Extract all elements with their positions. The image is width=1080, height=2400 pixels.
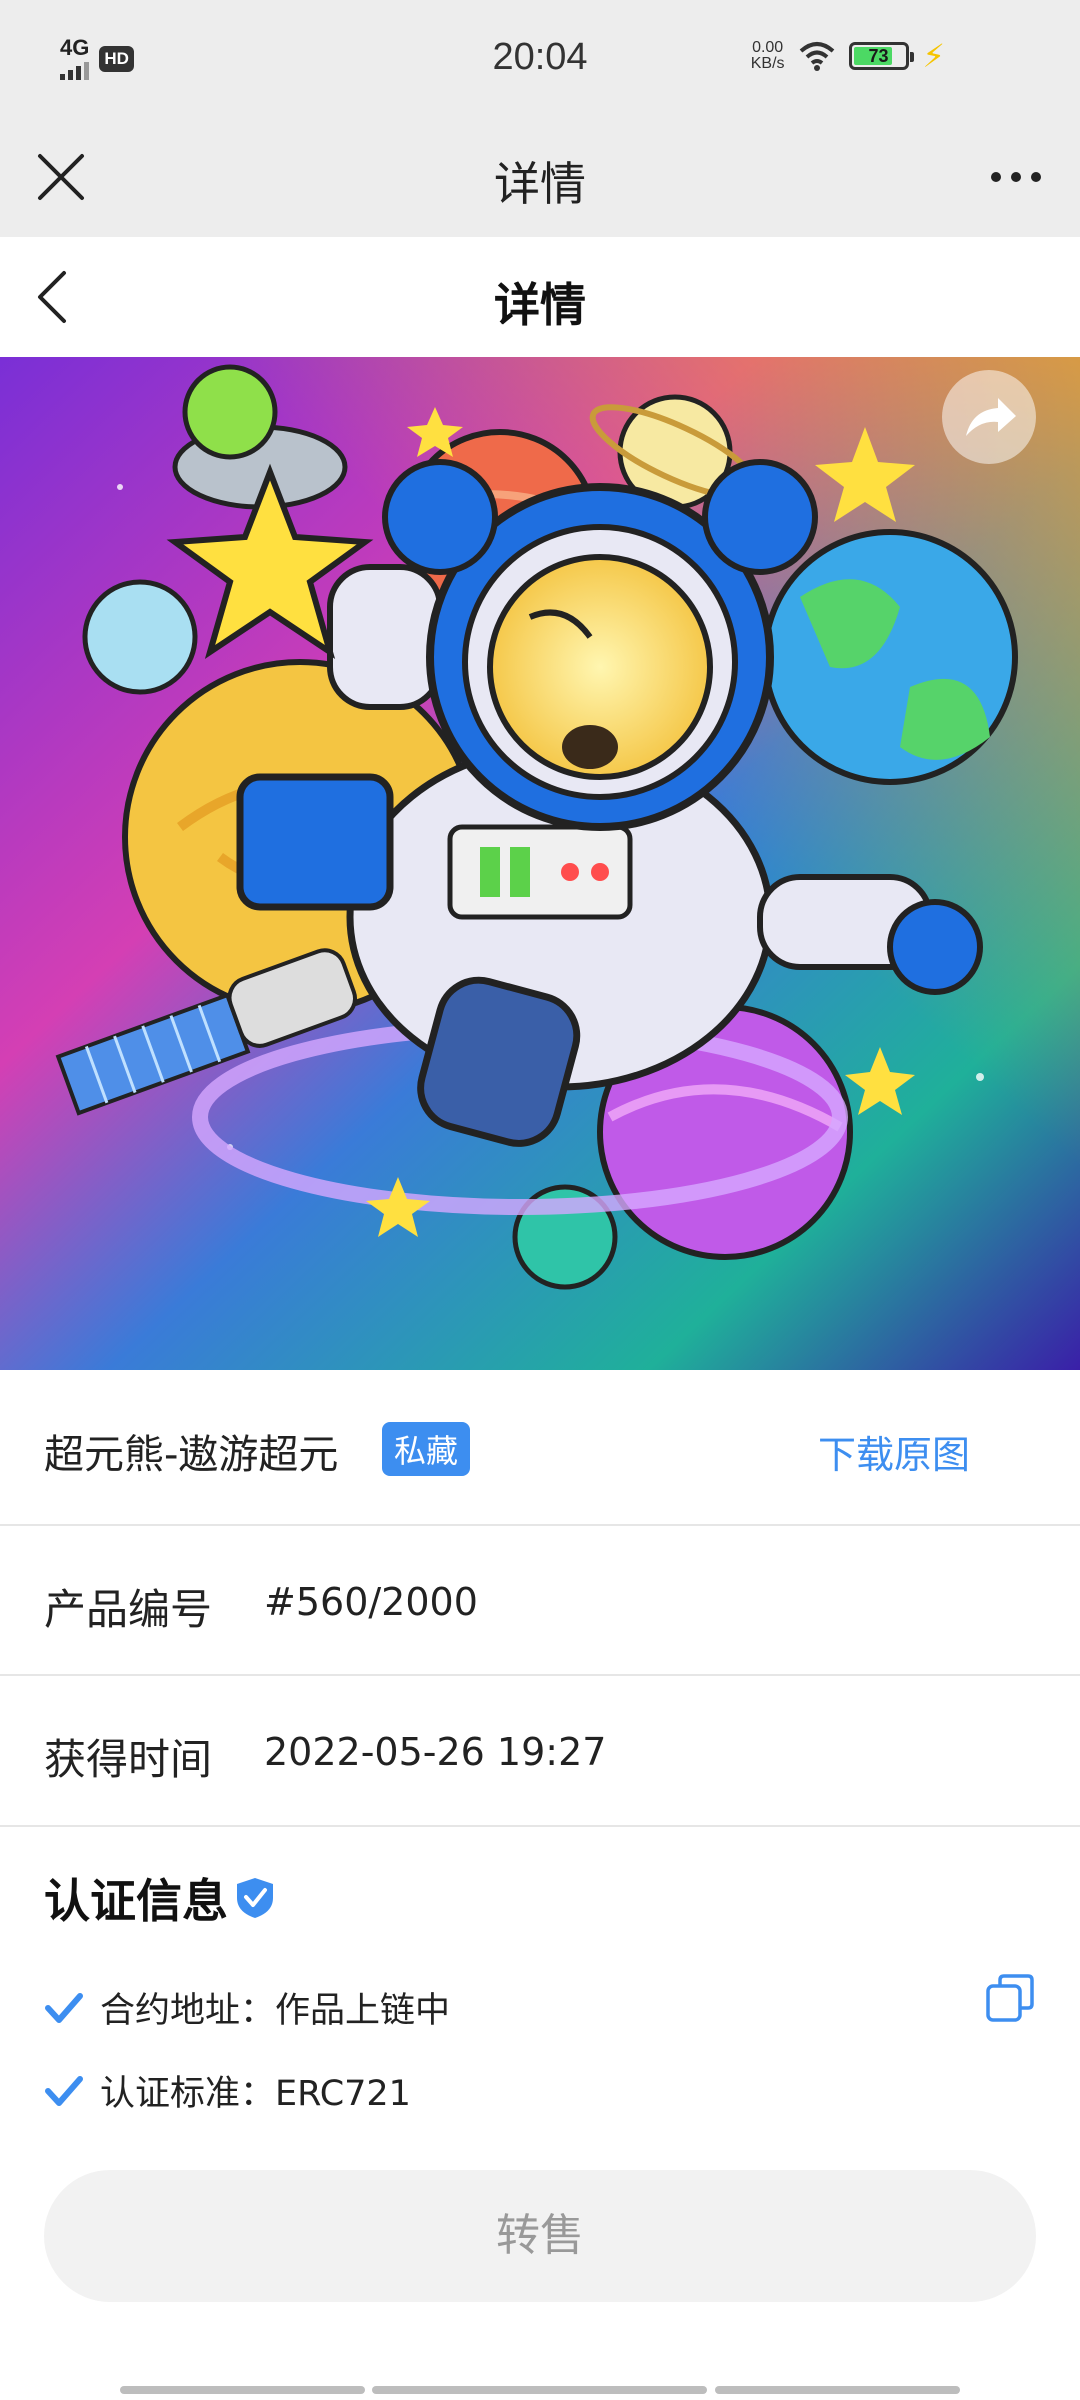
wechat-title: 详情 <box>494 157 586 211</box>
contract-address-item: 合约地址：作品上链中 <box>44 1982 450 2033</box>
check-icon <box>45 2075 83 2106</box>
artwork-image <box>0 357 1080 1370</box>
wechat-title-bar: 详情 <box>0 120 1080 237</box>
battery-icon: 73 <box>848 42 914 70</box>
gesture-bar-right <box>715 2386 960 2394</box>
acquired-time-value: 2022-05-26 19:27 <box>264 1730 607 1774</box>
network-speed-value: 0.00 <box>752 39 784 56</box>
item-name: 超元熊-遨游超元 <box>44 1432 339 1478</box>
page-header: 详情 <box>0 237 1080 357</box>
charging-icon: ⚡ <box>922 37 945 75</box>
contract-address-text: 合约地址：作品上链中 <box>100 1991 451 2031</box>
status-bar: 4G HD 20:04 0.00 KB/s 73 ⚡ <box>0 0 1080 120</box>
item-name-row: 超元熊-遨游超元 私藏 下载原图 <box>0 1370 1080 1526</box>
shield-check-icon <box>237 1878 273 1918</box>
network-speed: 0.00 KB/s <box>751 40 785 72</box>
acquired-time-label: 获得时间 <box>44 1735 213 1784</box>
artwork-illustration <box>0 357 1080 1370</box>
divider <box>0 1825 1080 1827</box>
network-speed-unit: KB/s <box>750 55 785 72</box>
private-badge: 私藏 <box>382 1422 471 1476</box>
share-icon[interactable] <box>942 370 1036 464</box>
serial-label: 产品编号 <box>44 1585 213 1634</box>
gesture-bar-center[interactable] <box>372 2386 707 2394</box>
acquired-time-row: 获得时间 2022-05-26 19:27 <box>0 1676 1080 1827</box>
cert-title: 认证信息 <box>44 1874 228 1928</box>
resell-button[interactable]: 转售 <box>44 2170 1036 2302</box>
download-original-link[interactable]: 下载原图 <box>818 1424 970 1479</box>
battery-level: 73 <box>868 46 889 66</box>
cert-standard-item: 认证标准：ERC721 <box>44 2065 411 2116</box>
check-icon <box>45 1992 83 2023</box>
copy-icon[interactable] <box>984 1972 1036 2024</box>
more-icon[interactable] <box>986 150 1046 204</box>
cert-standard-text: 认证标准：ERC721 <box>100 2074 411 2114</box>
serial-value: #560/2000 <box>264 1580 478 1624</box>
gesture-bar-left <box>120 2386 365 2394</box>
wifi-icon <box>799 42 834 71</box>
page-title: 详情 <box>494 278 586 332</box>
serial-row: 产品编号 #560/2000 <box>0 1526 1080 1676</box>
status-right: 0.00 KB/s 73 ⚡ <box>751 37 945 75</box>
